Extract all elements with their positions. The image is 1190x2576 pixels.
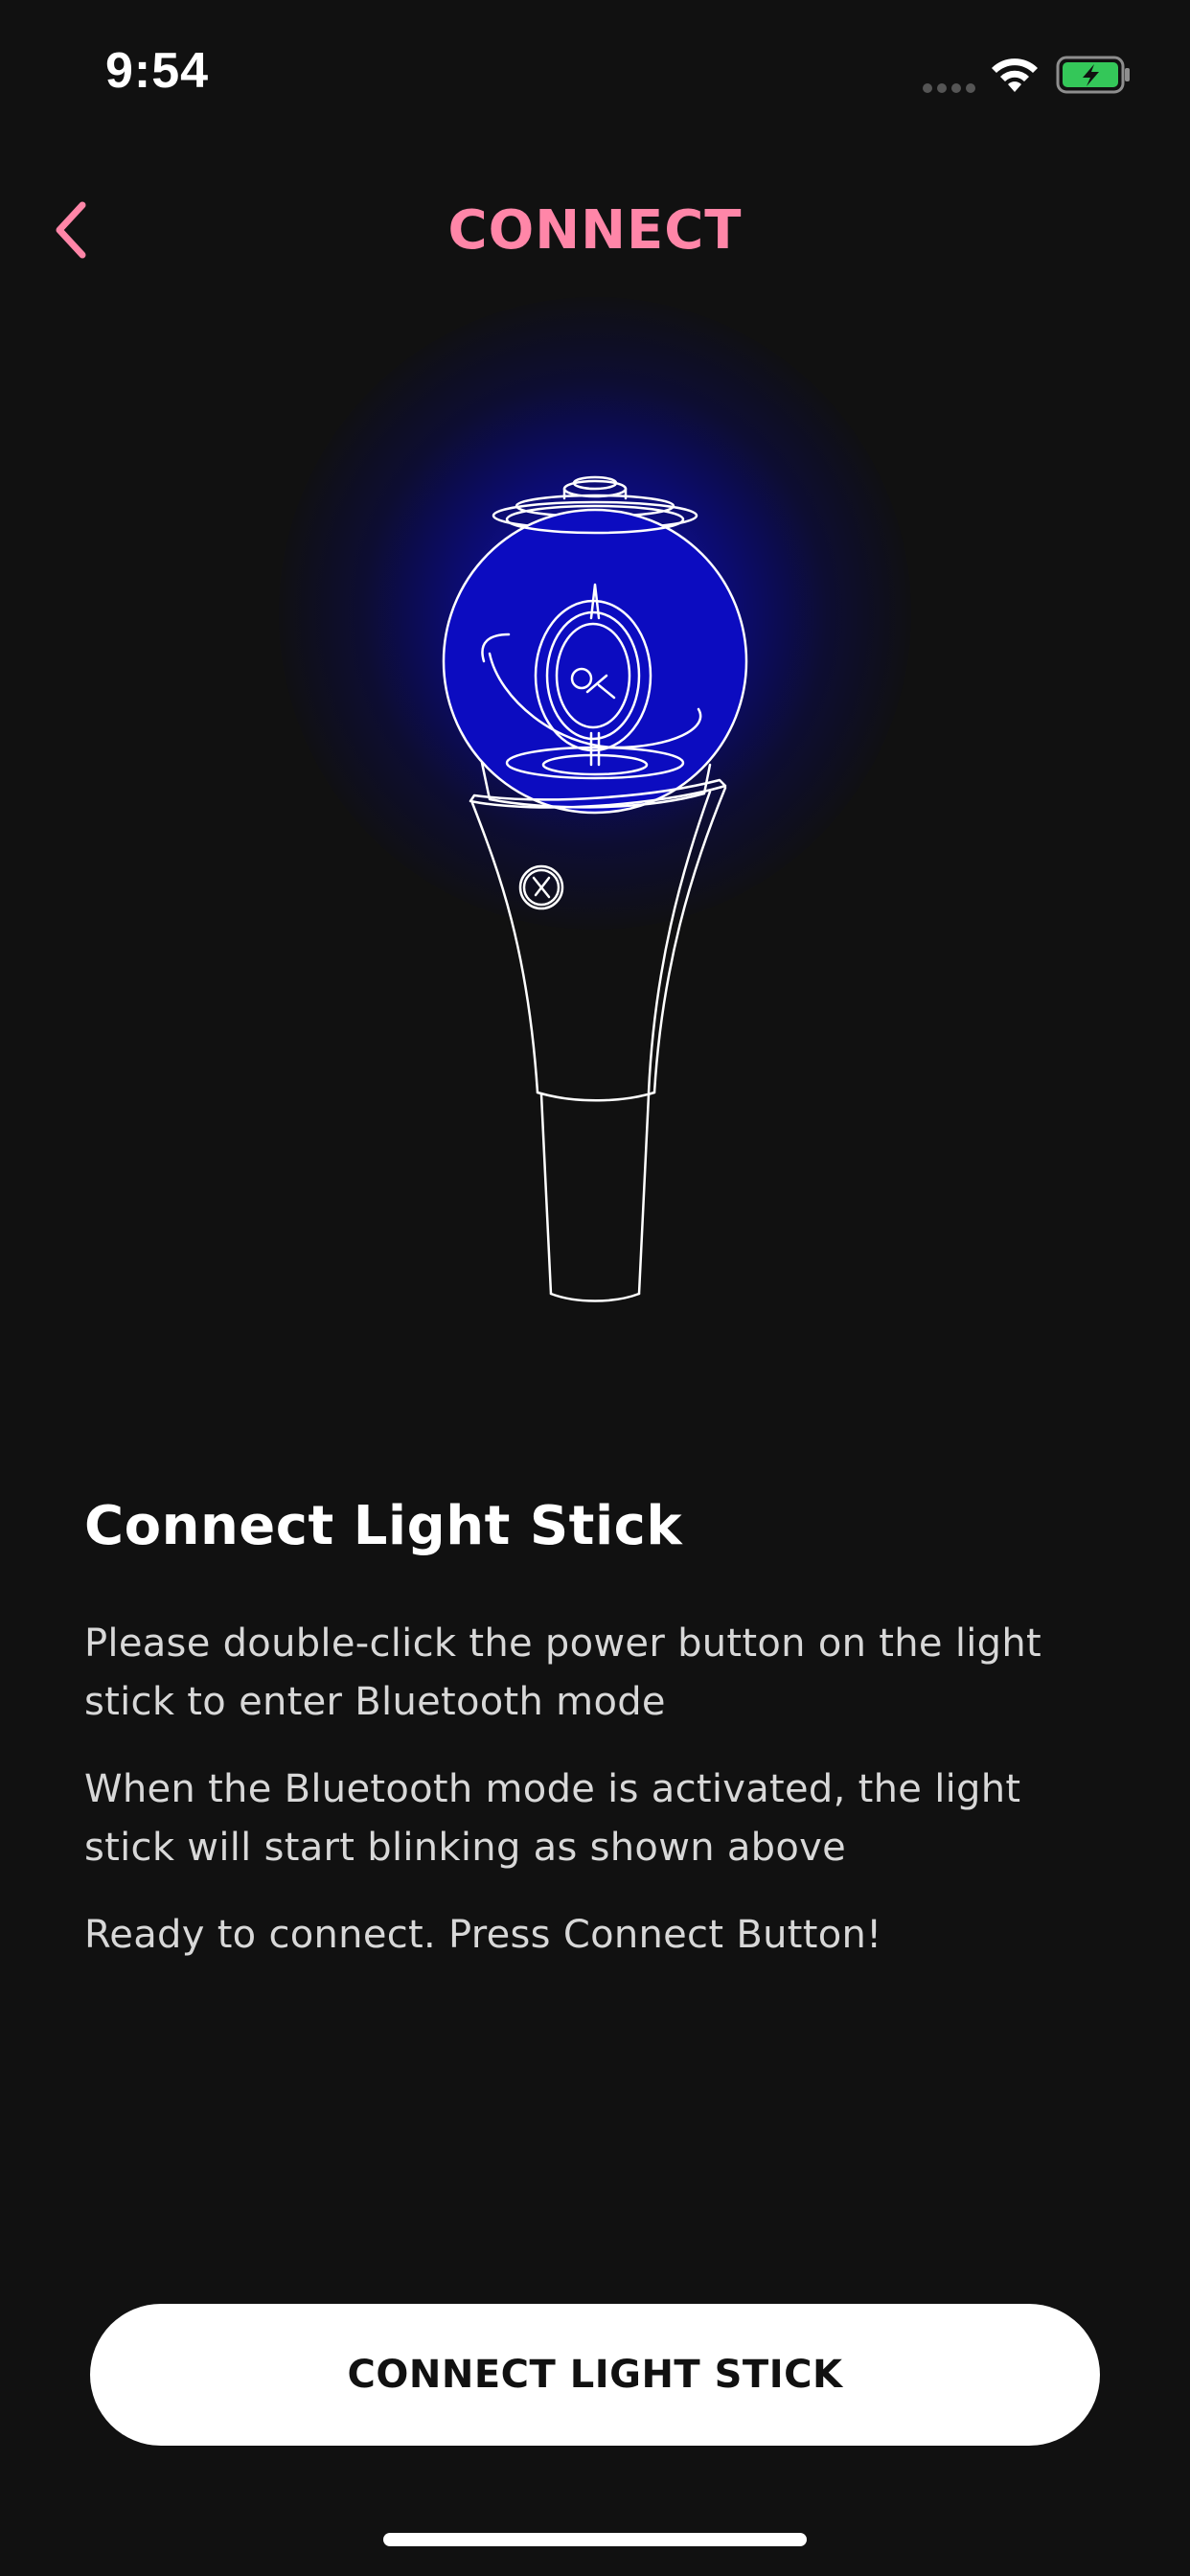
light-stick-illustration [212,297,978,1351]
page-title: CONNECT [447,199,743,262]
instructions-section: Connect Light Stick Please double-click … [84,1495,1119,1993]
signal-icon [923,83,975,93]
connect-button-label: CONNECT LIGHT STICK [347,2353,843,2397]
status-bar: 9:54 [0,0,1190,144]
instruction-text: Please double-click the power button on … [84,1622,1041,1724]
battery-charging-icon [1056,56,1130,94]
home-indicator [383,2533,807,2546]
light-stick-icon [442,475,748,1302]
instruction-text: When the Bluetooth mode is activated, th… [84,1767,1021,1870]
section-title: Connect Light Stick [84,1495,683,1557]
connect-light-stick-button[interactable]: CONNECT LIGHT STICK [90,2304,1100,2446]
instruction-text: Ready to connect. Press Connect Button! [84,1913,882,1957]
status-time: 9:54 [105,43,210,99]
nav-header: CONNECT [0,172,1190,288]
wifi-icon [992,58,1038,92]
